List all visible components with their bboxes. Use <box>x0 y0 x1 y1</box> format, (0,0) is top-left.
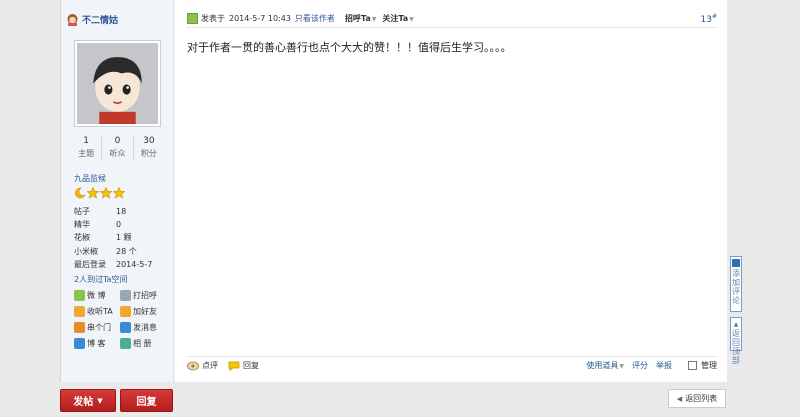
star-icon <box>100 187 112 199</box>
edit-icon <box>732 259 740 267</box>
use-tools-menu[interactable]: 使用道具▼ <box>586 360 624 371</box>
info-row: 精华 0 <box>74 220 122 230</box>
user-rank[interactable]: 九品监候 <box>74 173 106 184</box>
chevron-down-icon: ▼ <box>409 16 414 23</box>
avatar-image <box>77 43 158 124</box>
rate-link[interactable]: 评分 <box>632 360 648 371</box>
star-icon <box>87 187 99 199</box>
blog-icon <box>74 338 85 349</box>
stat-topics[interactable]: 1 主题 <box>71 136 103 159</box>
new-post-button[interactable]: 发帖 ▼ <box>60 389 116 412</box>
author-stats: 1 主题 0 听众 30 积分 <box>71 136 164 159</box>
album-action[interactable]: 相 册 <box>120 337 169 350</box>
stat-points[interactable]: 30 积分 <box>134 136 164 159</box>
checkbox[interactable] <box>688 361 697 370</box>
user-icon <box>67 14 78 26</box>
home-icon <box>74 322 85 333</box>
reply-main-button[interactable]: 回复 <box>120 389 173 412</box>
post-content: 发表于 2014-5-7 10:43 只看该作者 招呼Ta▼ 关注Ta▼ 13#… <box>175 0 727 382</box>
greet-menu[interactable]: 招呼Ta▼ <box>345 13 376 24</box>
author-actions: 微 博 打招呼 收听TA 加好友 串个门 发消息 博 客 相 册 <box>74 289 169 350</box>
wave-icon <box>120 290 131 301</box>
follow-menu[interactable]: 关注Ta▼ <box>382 13 413 24</box>
follow-icon <box>74 306 85 317</box>
greet-action[interactable]: 打招呼 <box>120 289 169 302</box>
post-header: 发表于 2014-5-7 10:43 只看该作者 招呼Ta▼ 关注Ta▼ 13# <box>187 10 717 28</box>
send-message-action[interactable]: 发消息 <box>120 321 169 334</box>
rank-stars <box>74 187 125 199</box>
reply-icon <box>228 361 240 371</box>
follow-action[interactable]: 收听TA <box>74 305 120 318</box>
add-comment-tab[interactable]: 添加评论 <box>730 256 742 312</box>
report-link[interactable]: 举报 <box>656 360 672 371</box>
weibo-action[interactable]: 微 博 <box>74 289 120 302</box>
post-date: 2014-5-7 10:43 <box>229 14 291 23</box>
comment-button[interactable]: 点评 <box>187 360 218 371</box>
only-author-link[interactable]: 只看该作者 <box>295 13 335 24</box>
chevron-down-icon: ▼ <box>371 16 377 23</box>
manage-checkbox[interactable]: 管理 <box>688 360 717 371</box>
star-icon <box>113 187 125 199</box>
arrow-up-icon: ▲ <box>733 321 739 328</box>
floor-number[interactable]: 13# <box>701 13 717 25</box>
author-name-row[interactable]: 不二情姑 <box>66 13 118 26</box>
album-icon <box>120 338 131 349</box>
post-footer: 点评 回复 使用道具▼ 评分 举报 管理 <box>187 356 717 374</box>
author-sidebar: 不二情姑 1 主题 0 听众 30 积分 九品监候 帖子 18 精华 0 花椒 … <box>61 0 174 382</box>
weibo-icon <box>74 290 85 301</box>
avatar[interactable] <box>74 40 161 127</box>
space-visits-link[interactable]: 2人到过Ta空间 <box>74 274 128 285</box>
author-name[interactable]: 不二情姑 <box>82 13 118 26</box>
post-message: 对于作者一贯的善心善行也点个大大的赞！！！值得后生学习。。。。 <box>187 41 512 54</box>
chevron-down-icon: ▼ <box>97 396 103 405</box>
moon-icon <box>75 187 86 199</box>
blog-action[interactable]: 博 客 <box>74 337 120 350</box>
post-frame: 不二情姑 1 主题 0 听众 30 积分 九品监候 帖子 18 精华 0 花椒 … <box>60 0 727 382</box>
info-row: 小米椒 28 个 <box>74 246 137 256</box>
online-status-icon <box>187 13 198 24</box>
back-to-top-tab[interactable]: ▲ 返回顶部 <box>730 317 742 365</box>
info-row: 帖子 18 <box>74 207 127 216</box>
message-icon <box>120 322 131 333</box>
author-info: 帖子 18 精华 0 花椒 1 颗 小米椒 28 个 最后登录 2014-5-7 <box>74 205 164 271</box>
stat-listeners[interactable]: 0 听众 <box>102 136 134 159</box>
visit-home-action[interactable]: 串个门 <box>74 321 120 334</box>
comment-icon <box>187 361 199 370</box>
reply-button[interactable]: 回复 <box>228 360 259 371</box>
chevron-down-icon: ▼ <box>619 363 624 370</box>
chevron-left-icon: ◀ <box>676 394 683 403</box>
info-row: 最后登录 2014-5-7 <box>74 259 153 269</box>
posted-label: 发表于 <box>201 14 225 23</box>
back-to-list-button[interactable]: ◀ 返回列表 <box>668 389 726 408</box>
info-row: 花椒 1 颗 <box>74 233 132 243</box>
add-friend-icon <box>120 306 131 317</box>
add-friend-action[interactable]: 加好友 <box>120 305 169 318</box>
